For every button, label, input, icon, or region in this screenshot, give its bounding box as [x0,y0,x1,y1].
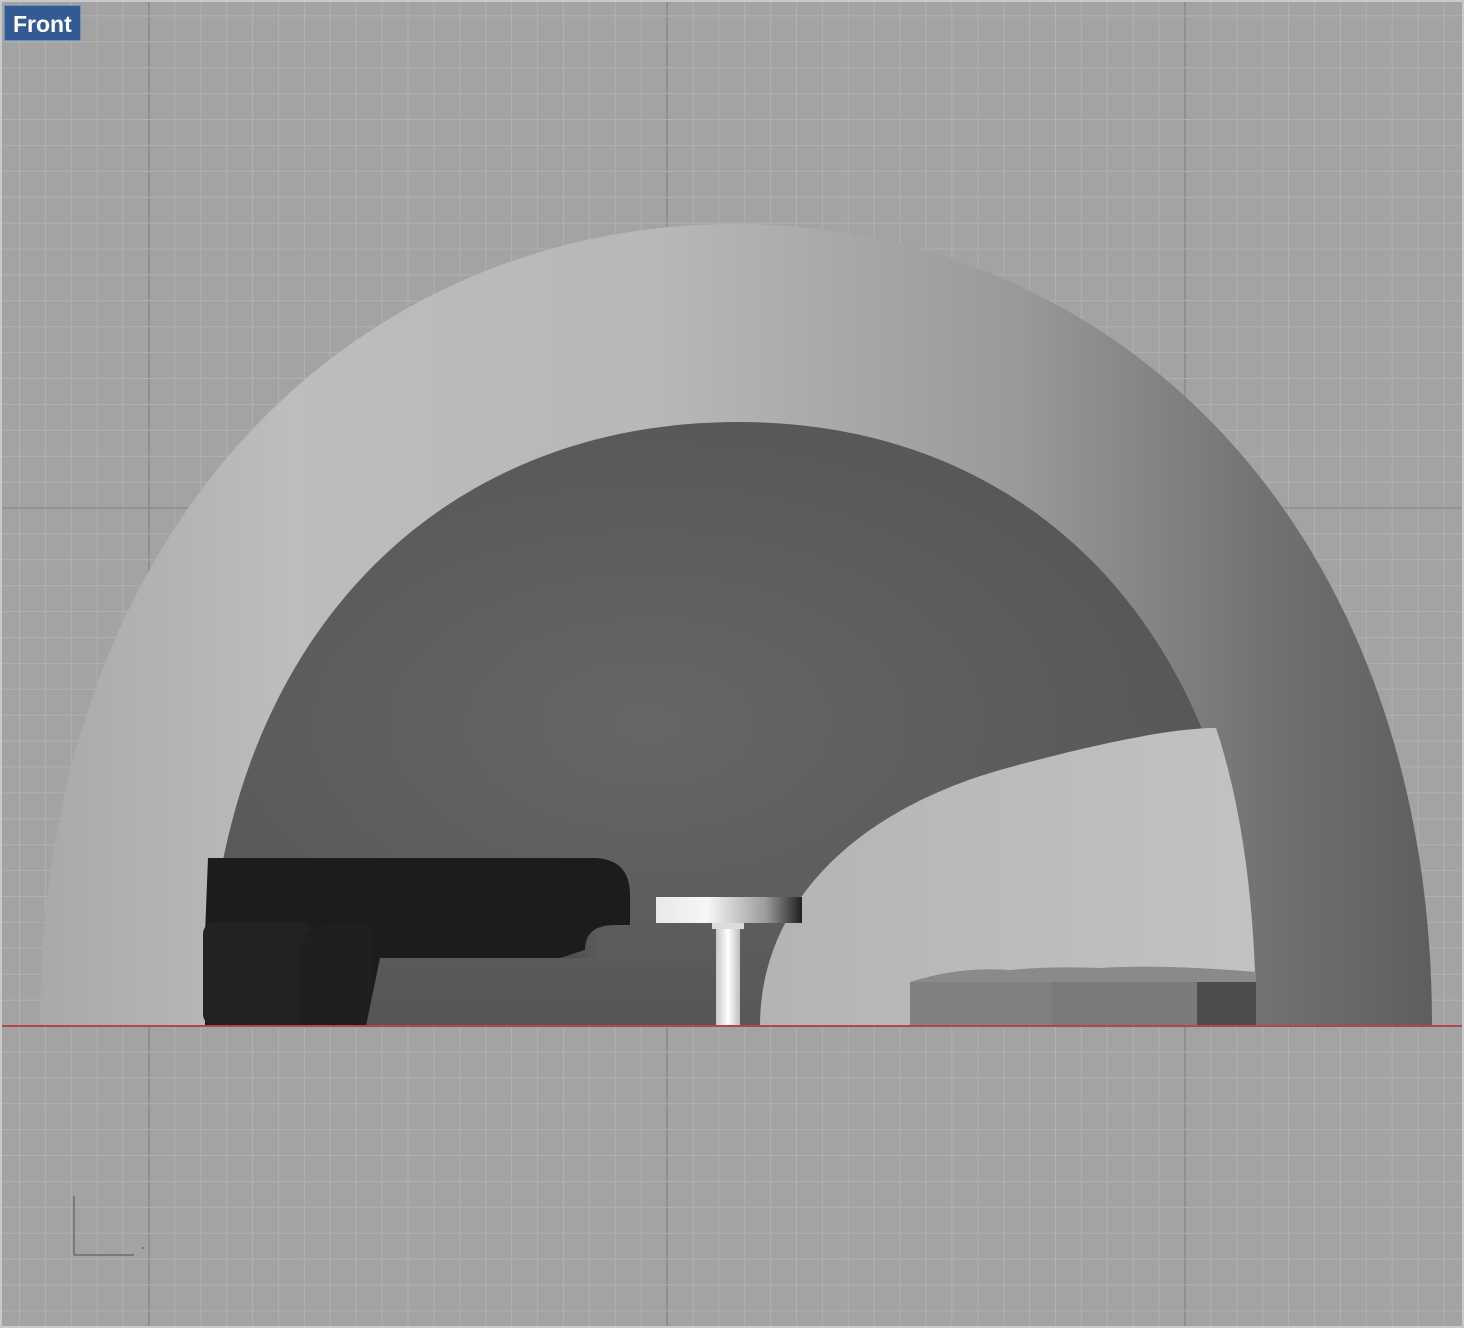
right-bench-block-1 [910,982,1052,1026]
table-stem [716,923,740,1026]
table-collar [712,923,744,929]
right-bench-block-3 [1197,982,1256,1026]
right-bench-block-2 [1052,982,1197,1026]
sofa-shadow [520,930,600,958]
front-viewport[interactable]: Front [0,0,1464,1328]
sofa-left-arm [203,922,313,1026]
table-top [656,897,802,923]
sofa-seat [366,958,716,1026]
viewport-title-tab[interactable]: Front [4,5,81,41]
sofa-right-cushion [585,925,716,958]
axis-triad-icon [73,1196,145,1256]
viewport-canvas[interactable] [0,0,1464,1328]
sofa-seat-cushion [300,925,372,1026]
